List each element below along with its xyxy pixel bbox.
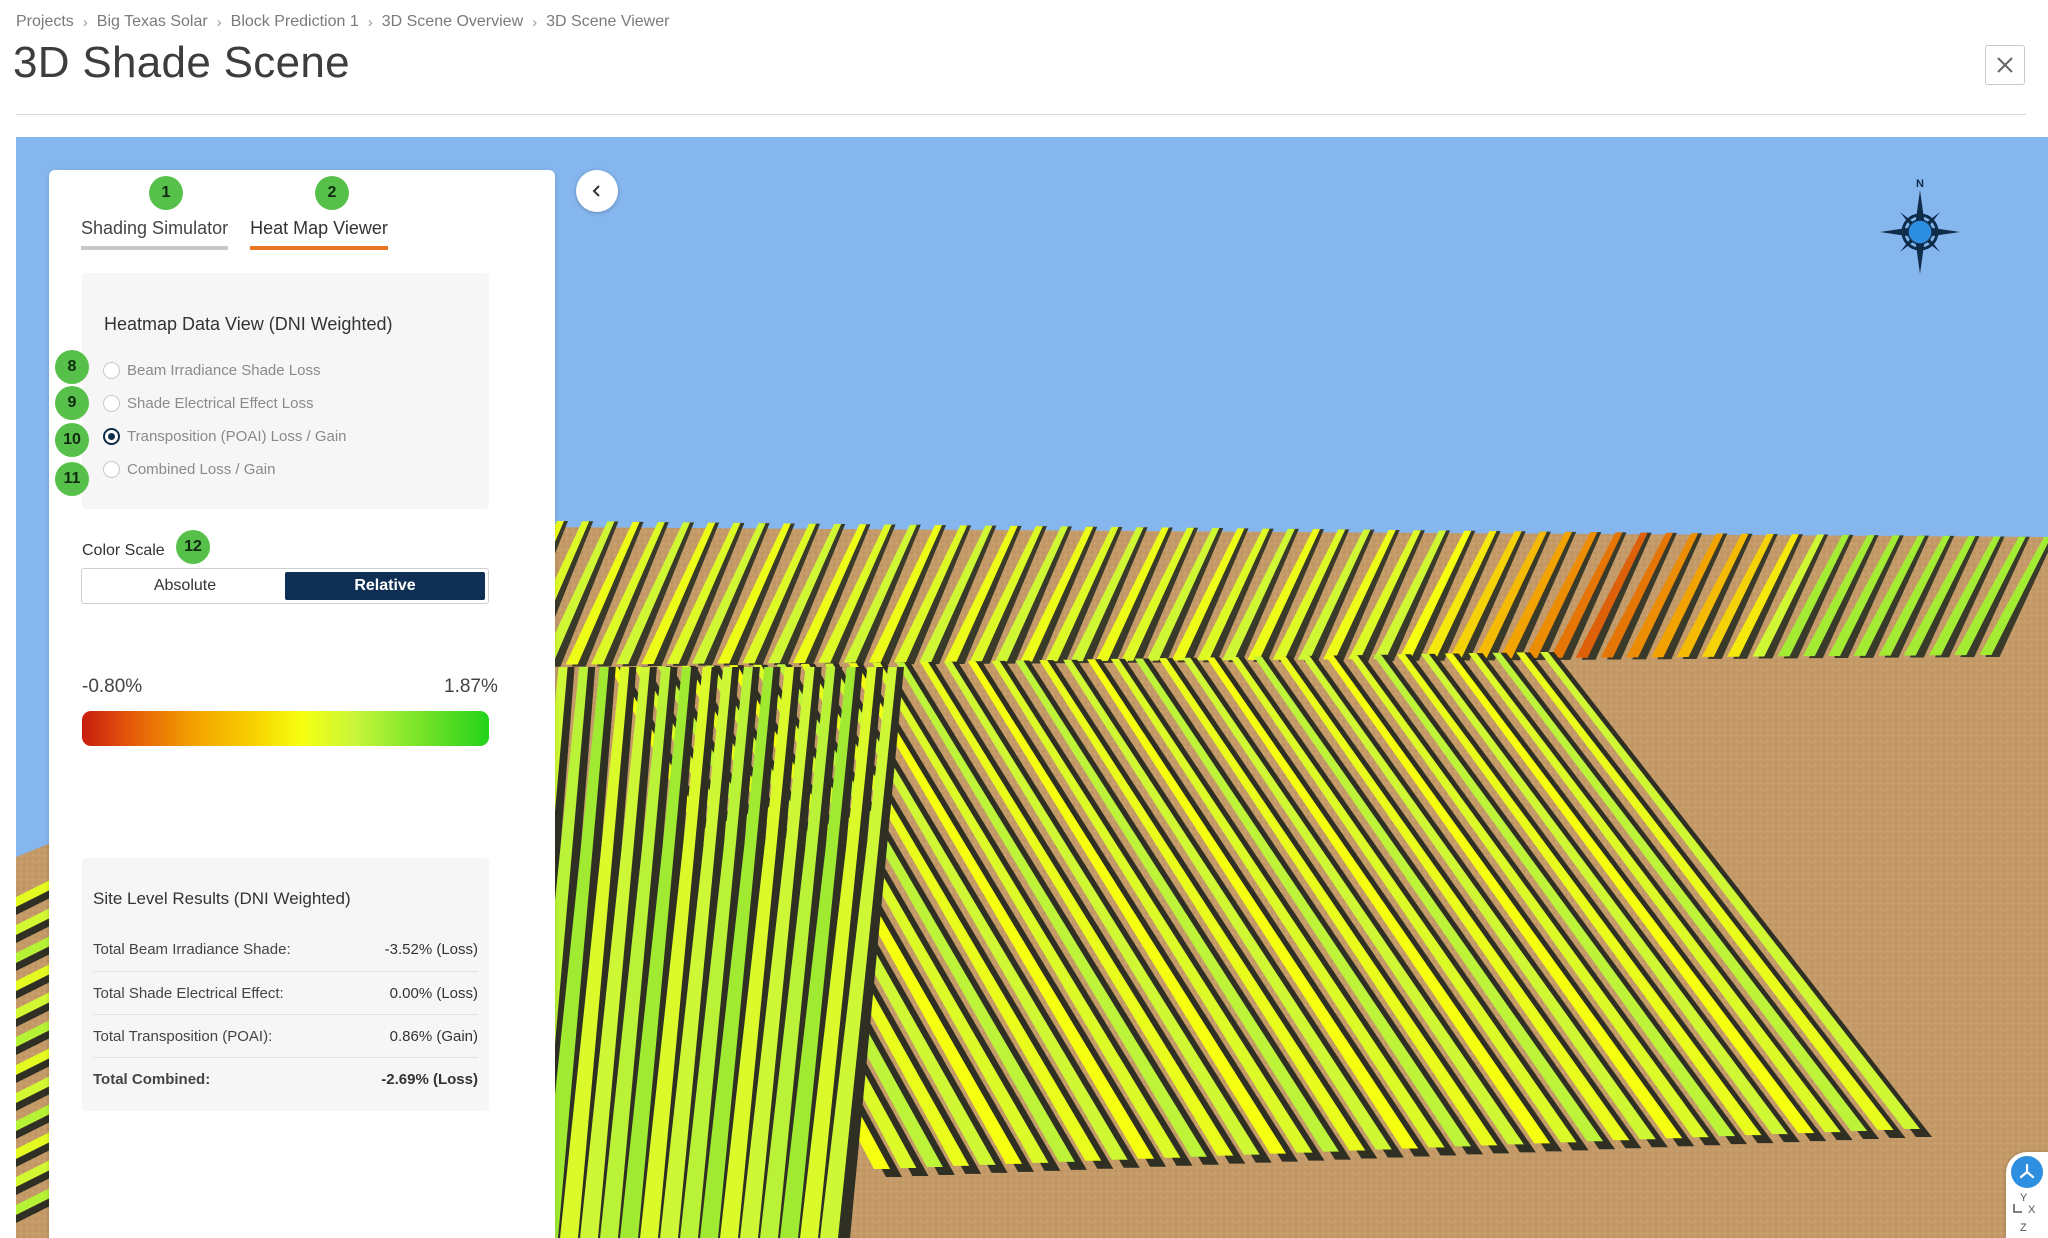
radio-combined[interactable]: Combined Loss / Gain [103, 461, 275, 478]
step-badge: 11 [55, 462, 89, 496]
step-badge: 12 [176, 530, 210, 564]
chevron-right-icon: › [216, 13, 222, 31]
result-label: Total Combined: [93, 1070, 211, 1088]
breadcrumb: Projects › Big Texas Solar › Block Predi… [16, 13, 669, 31]
chevron-right-icon: › [532, 13, 538, 31]
breadcrumb-scene-viewer: 3D Scene Viewer [546, 13, 670, 30]
radio-label: Combined Loss / Gain [127, 461, 276, 478]
result-label: Total Beam Irradiance Shade: [93, 941, 291, 958]
radio-transposition[interactable]: Transposition (POAI) Loss / Gain [103, 428, 347, 445]
step-badge: 9 [55, 386, 89, 420]
axis-arrows-icon [2013, 1204, 2022, 1213]
result-label: Total Shade Electrical Effect: [93, 984, 284, 1002]
breadcrumb-block[interactable]: Block Prediction 1 [231, 13, 359, 31]
page-title: 3D Shade Scene [13, 38, 350, 87]
radio-label: Transposition (POAI) Loss / Gain [127, 428, 347, 445]
breadcrumb-project[interactable]: Big Texas Solar [97, 13, 208, 31]
result-value: -2.69% (Loss) [381, 1070, 478, 1088]
result-label: Total Transposition (POAI): [93, 1027, 273, 1045]
result-row: Total Shade Electrical Effect: 0.00% (Lo… [93, 971, 478, 1014]
close-button[interactable] [1985, 45, 2025, 85]
radio-beam-irradiance[interactable]: Beam Irradiance Shade Loss [103, 362, 320, 379]
chevron-right-icon: › [367, 13, 373, 31]
relative-button[interactable]: Relative [285, 572, 485, 600]
scale-min-value: -0.80% [82, 676, 143, 697]
site-level-results: Site Level Results (DNI Weighted) Total … [82, 858, 489, 1111]
collapse-panel-button[interactable] [576, 170, 618, 212]
radio-button-selected[interactable] [103, 428, 120, 445]
chevron-right-icon: › [82, 13, 88, 31]
color-scale-toggle: Absolute Relative [81, 568, 489, 604]
heatmap-title: Heatmap Data View (DNI Weighted) [104, 314, 393, 334]
axes-icon [2019, 1163, 2035, 1179]
result-value: 0.00% (Loss) [389, 984, 478, 1002]
title-divider [16, 114, 2026, 115]
color-scale-label: Color Scale [82, 542, 165, 559]
x-axis-label: X [2028, 1204, 2036, 1216]
result-row: Total Beam Irradiance Shade: -3.52% (Los… [93, 928, 478, 971]
result-row: Total Combined: -2.69% (Loss) [93, 1057, 478, 1100]
radio-button[interactable] [103, 395, 120, 412]
radio-shade-electrical[interactable]: Shade Electrical Effect Loss [103, 395, 314, 412]
breadcrumb-projects[interactable]: Projects [16, 13, 74, 31]
results-title: Site Level Results (DNI Weighted) [93, 889, 351, 908]
absolute-button[interactable]: Absolute [85, 572, 285, 600]
z-axis-label: Z [2020, 1222, 2027, 1234]
tab-heat-map-viewer[interactable]: Heat Map Viewer [250, 218, 388, 250]
radio-button[interactable] [103, 362, 120, 379]
chevron-left-icon [592, 185, 600, 197]
result-value: 0.86% (Gain) [389, 1027, 478, 1045]
radio-button[interactable] [103, 461, 120, 478]
step-badge: 10 [55, 423, 89, 457]
tab-shading-simulator[interactable]: Shading Simulator [81, 218, 229, 250]
step-badge: 1 [149, 176, 183, 210]
axis-widget: Y X Z [2006, 1152, 2048, 1238]
radio-label: Shade Electrical Effect Loss [127, 395, 314, 412]
color-scale-gradient [82, 711, 489, 746]
radio-label: Beam Irradiance Shade Loss [127, 362, 321, 379]
close-icon [1997, 57, 2013, 73]
panel-tabs: Shading Simulator Heat Map Viewer [81, 218, 410, 250]
step-badge: 8 [55, 350, 89, 384]
heatmap-panel: Shading Simulator Heat Map Viewer 1 2 He… [49, 170, 555, 1238]
orbit-mode-button[interactable] [2011, 1156, 2043, 1188]
compass-icon[interactable] [1878, 178, 1962, 274]
heatmap-data-view: Heatmap Data View (DNI Weighted) Beam Ir… [82, 273, 489, 509]
breadcrumb-scene-overview[interactable]: 3D Scene Overview [382, 13, 523, 31]
result-row: Total Transposition (POAI): 0.86% (Gain) [93, 1014, 478, 1057]
result-value: -3.52% (Loss) [384, 941, 478, 958]
scale-max-value: 1.87% [444, 676, 498, 697]
step-badge: 2 [315, 176, 349, 210]
